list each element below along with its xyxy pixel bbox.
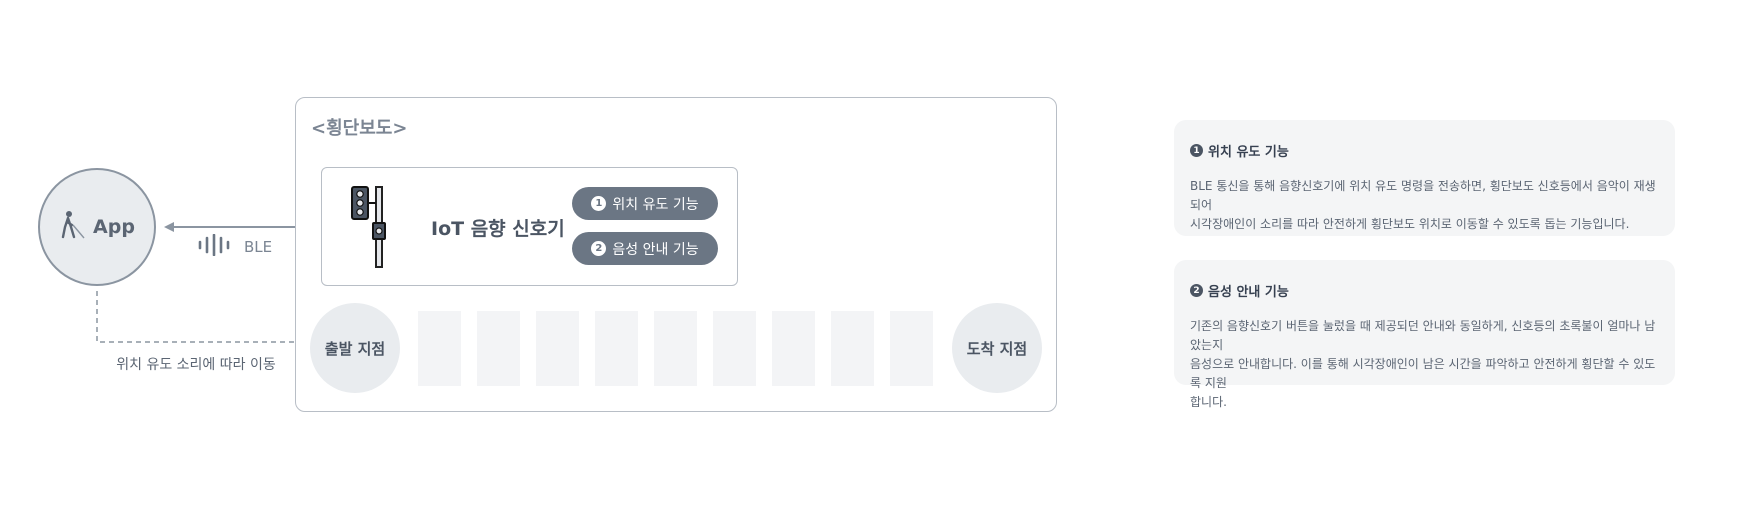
ble-label: BLE <box>244 238 273 256</box>
traffic-signal-icon <box>348 185 388 273</box>
end-point-node: 도착 지점 <box>952 303 1042 393</box>
crosswalk-stripe <box>536 311 579 386</box>
number-badge: 1 <box>591 196 607 211</box>
crosswalk-stripe <box>772 311 815 386</box>
crosswalk-stripe <box>595 311 638 386</box>
card-title: 위치 유도 기능 <box>1208 145 1289 160</box>
info-card-voice-guide: 2 음성 안내 기능 기존의 음향신호기 버튼을 눌렀을 때 제공되던 안내와 … <box>1174 260 1675 409</box>
card-line: BLE 통신을 통해 음향신호기에 위치 유도 명령을 전송하면, 횡단보도 신… <box>1190 179 1656 212</box>
crosswalk-stripe <box>654 311 697 386</box>
app-to-start-path <box>96 291 308 347</box>
crosswalk-stripe <box>477 311 520 386</box>
function-pill-voice-guide: 2 음성 안내 기능 <box>572 232 718 265</box>
card-line: 음성으로 안내합니다. 이를 통해 시각장애인이 남은 시간을 파악하고 안전하… <box>1190 357 1656 390</box>
card-description: 기존의 음향신호기 버튼을 눌렀을 때 제공되던 안내와 동일하게, 신호등의 … <box>1190 317 1659 412</box>
number-badge: 2 <box>591 241 607 256</box>
move-instruction-label: 위치 유도 소리에 따라 이동 <box>116 357 276 373</box>
crosswalk-stripe <box>713 311 756 386</box>
crosswalk-title: <횡단보도> <box>311 118 408 139</box>
card-heading: 1 위치 유도 기능 <box>1190 141 1659 160</box>
crosswalk-stripe <box>831 311 874 386</box>
start-point-node: 출발 지점 <box>310 303 400 393</box>
ble-group: BLE <box>198 233 273 260</box>
function-pill-position-guide: 1 위치 유도 기능 <box>572 187 718 220</box>
sound-wave-icon <box>198 233 230 260</box>
app-label: App <box>93 216 135 238</box>
iot-signal-title: IoT 음향 신호기 <box>431 218 565 240</box>
info-card-position-guide: 1 위치 유도 기능 BLE 통신을 통해 음향신호기에 위치 유도 명령을 전… <box>1174 120 1675 236</box>
crosswalk-stripe <box>890 311 933 386</box>
card-line: 기존의 음향신호기 버튼을 눌렀을 때 제공되던 안내와 동일하게, 신호등의 … <box>1190 319 1656 352</box>
function-pill-label: 음성 안내 기능 <box>612 241 699 258</box>
number-badge: 1 <box>1190 144 1203 157</box>
blind-person-cane-icon <box>59 210 87 244</box>
card-heading: 2 음성 안내 기능 <box>1190 281 1659 300</box>
card-description: BLE 통신을 통해 음향신호기에 위치 유도 명령을 전송하면, 횡단보도 신… <box>1190 177 1659 234</box>
card-line: 시각장애인이 소리를 따라 안전하게 횡단보도 위치로 이동할 수 있도록 돕는… <box>1190 217 1630 231</box>
function-pill-label: 위치 유도 기능 <box>612 196 699 213</box>
crosswalk-stripe <box>418 311 461 386</box>
app-node: App <box>38 168 156 286</box>
card-title: 음성 안내 기능 <box>1208 285 1289 300</box>
card-line: 합니다. <box>1190 395 1227 409</box>
number-badge: 2 <box>1190 284 1203 297</box>
